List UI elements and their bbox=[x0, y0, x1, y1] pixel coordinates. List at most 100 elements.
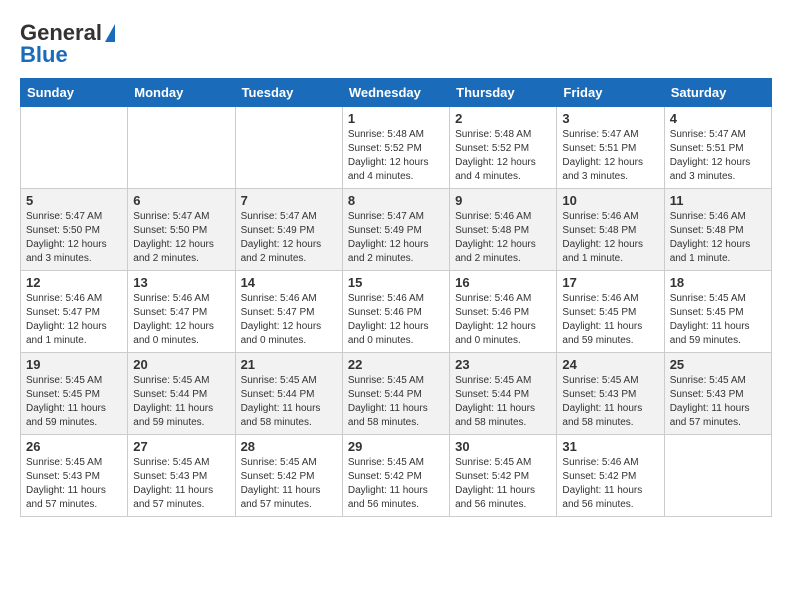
day-info: Sunrise: 5:45 AM Sunset: 5:43 PM Dayligh… bbox=[26, 456, 122, 512]
calendar-week-row: 1 Sunrise: 5:48 AM Sunset: 5:52 PM Daylig… bbox=[21, 107, 772, 189]
day-number: 28 bbox=[241, 439, 337, 454]
calendar-table: SundayMondayTuesdayWednesdayThursdayFrid… bbox=[20, 78, 772, 517]
day-info: Sunrise: 5:47 AM Sunset: 5:50 PM Dayligh… bbox=[26, 210, 122, 266]
calendar-cell: 11 Sunrise: 5:46 AM Sunset: 5:48 PM Dayli… bbox=[664, 189, 771, 271]
day-number: 14 bbox=[241, 275, 337, 290]
day-number: 2 bbox=[455, 111, 551, 126]
col-header-tuesday: Tuesday bbox=[235, 79, 342, 107]
day-number: 13 bbox=[133, 275, 229, 290]
day-number: 8 bbox=[348, 193, 444, 208]
logo-triangle-icon bbox=[105, 24, 115, 42]
day-number: 23 bbox=[455, 357, 551, 372]
calendar-cell: 15 Sunrise: 5:46 AM Sunset: 5:46 PM Dayli… bbox=[342, 271, 449, 353]
day-number: 11 bbox=[670, 193, 766, 208]
calendar-week-row: 26 Sunrise: 5:45 AM Sunset: 5:43 PM Dayli… bbox=[21, 435, 772, 517]
day-info: Sunrise: 5:46 AM Sunset: 5:48 PM Dayligh… bbox=[562, 210, 658, 266]
day-info: Sunrise: 5:47 AM Sunset: 5:49 PM Dayligh… bbox=[241, 210, 337, 266]
calendar-cell bbox=[21, 107, 128, 189]
day-number: 20 bbox=[133, 357, 229, 372]
calendar-week-row: 19 Sunrise: 5:45 AM Sunset: 5:45 PM Dayli… bbox=[21, 353, 772, 435]
calendar-cell: 13Sunrise: 5:46 AM Sunset: 5:47 PM Dayli… bbox=[128, 271, 235, 353]
col-header-sunday: Sunday bbox=[21, 79, 128, 107]
calendar-week-row: 5 Sunrise: 5:47 AM Sunset: 5:50 PM Daylig… bbox=[21, 189, 772, 271]
day-info: Sunrise: 5:45 AM Sunset: 5:43 PM Dayligh… bbox=[670, 374, 766, 430]
day-info: Sunrise: 5:46 AM Sunset: 5:45 PM Dayligh… bbox=[562, 292, 658, 348]
day-number: 22 bbox=[348, 357, 444, 372]
logo-blue-text: Blue bbox=[20, 42, 68, 68]
calendar-cell: 10Sunrise: 5:46 AM Sunset: 5:48 PM Dayli… bbox=[557, 189, 664, 271]
day-number: 17 bbox=[562, 275, 658, 290]
calendar-cell: 1 Sunrise: 5:48 AM Sunset: 5:52 PM Daylig… bbox=[342, 107, 449, 189]
calendar-cell: 26 Sunrise: 5:45 AM Sunset: 5:43 PM Dayli… bbox=[21, 435, 128, 517]
day-info: Sunrise: 5:47 AM Sunset: 5:51 PM Dayligh… bbox=[562, 128, 658, 184]
day-number: 29 bbox=[348, 439, 444, 454]
day-number: 25 bbox=[670, 357, 766, 372]
day-info: Sunrise: 5:45 AM Sunset: 5:43 PM Dayligh… bbox=[133, 456, 229, 512]
day-info: Sunrise: 5:45 AM Sunset: 5:43 PM Dayligh… bbox=[562, 374, 658, 430]
calendar-cell: 18Sunrise: 5:45 AM Sunset: 5:45 PM Dayli… bbox=[664, 271, 771, 353]
calendar-cell: 24Sunrise: 5:45 AM Sunset: 5:43 PM Dayli… bbox=[557, 353, 664, 435]
col-header-monday: Monday bbox=[128, 79, 235, 107]
calendar-cell: 31Sunrise: 5:46 AM Sunset: 5:42 PM Dayli… bbox=[557, 435, 664, 517]
calendar-cell: 20 Sunrise: 5:45 AM Sunset: 5:44 PM Dayli… bbox=[128, 353, 235, 435]
day-number: 9 bbox=[455, 193, 551, 208]
day-number: 18 bbox=[670, 275, 766, 290]
day-number: 21 bbox=[241, 357, 337, 372]
calendar-cell: 21 Sunrise: 5:45 AM Sunset: 5:44 PM Dayli… bbox=[235, 353, 342, 435]
col-header-saturday: Saturday bbox=[664, 79, 771, 107]
day-info: Sunrise: 5:45 AM Sunset: 5:44 PM Dayligh… bbox=[241, 374, 337, 430]
calendar-cell: 8Sunrise: 5:47 AM Sunset: 5:49 PM Daylig… bbox=[342, 189, 449, 271]
day-number: 26 bbox=[26, 439, 122, 454]
day-info: Sunrise: 5:45 AM Sunset: 5:45 PM Dayligh… bbox=[26, 374, 122, 430]
day-number: 15 bbox=[348, 275, 444, 290]
calendar-cell bbox=[664, 435, 771, 517]
calendar-body: 1 Sunrise: 5:48 AM Sunset: 5:52 PM Daylig… bbox=[21, 107, 772, 517]
day-number: 30 bbox=[455, 439, 551, 454]
col-header-wednesday: Wednesday bbox=[342, 79, 449, 107]
calendar-cell: 5 Sunrise: 5:47 AM Sunset: 5:50 PM Daylig… bbox=[21, 189, 128, 271]
calendar-cell: 22 Sunrise: 5:45 AM Sunset: 5:44 PM Dayli… bbox=[342, 353, 449, 435]
col-header-friday: Friday bbox=[557, 79, 664, 107]
day-number: 5 bbox=[26, 193, 122, 208]
day-info: Sunrise: 5:47 AM Sunset: 5:50 PM Dayligh… bbox=[133, 210, 229, 266]
calendar-cell: 19 Sunrise: 5:45 AM Sunset: 5:45 PM Dayli… bbox=[21, 353, 128, 435]
calendar-week-row: 12 Sunrise: 5:46 AM Sunset: 5:47 PM Dayli… bbox=[21, 271, 772, 353]
calendar-cell: 12Sunrise: 5:46 AM Sunset: 5:47 PM Dayli… bbox=[21, 271, 128, 353]
day-info: Sunrise: 5:48 AM Sunset: 5:52 PM Dayligh… bbox=[455, 128, 551, 184]
calendar-cell: 16 Sunrise: 5:46 AM Sunset: 5:46 PM Dayli… bbox=[450, 271, 557, 353]
day-info: Sunrise: 5:45 AM Sunset: 5:44 PM Dayligh… bbox=[348, 374, 444, 430]
day-number: 3 bbox=[562, 111, 658, 126]
calendar-cell: 30Sunrise: 5:45 AM Sunset: 5:42 PM Dayli… bbox=[450, 435, 557, 517]
day-number: 12 bbox=[26, 275, 122, 290]
calendar-header-row: SundayMondayTuesdayWednesdayThursdayFrid… bbox=[21, 79, 772, 107]
calendar-cell: 2 Sunrise: 5:48 AM Sunset: 5:52 PM Daylig… bbox=[450, 107, 557, 189]
day-number: 1 bbox=[348, 111, 444, 126]
day-info: Sunrise: 5:46 AM Sunset: 5:46 PM Dayligh… bbox=[348, 292, 444, 348]
day-info: Sunrise: 5:46 AM Sunset: 5:48 PM Dayligh… bbox=[670, 210, 766, 266]
calendar-cell: 28 Sunrise: 5:45 AM Sunset: 5:42 PM Dayli… bbox=[235, 435, 342, 517]
day-info: Sunrise: 5:46 AM Sunset: 5:46 PM Dayligh… bbox=[455, 292, 551, 348]
calendar-cell: 25 Sunrise: 5:45 AM Sunset: 5:43 PM Dayli… bbox=[664, 353, 771, 435]
calendar-cell bbox=[128, 107, 235, 189]
day-number: 6 bbox=[133, 193, 229, 208]
day-info: Sunrise: 5:45 AM Sunset: 5:44 PM Dayligh… bbox=[455, 374, 551, 430]
calendar-cell: 14 Sunrise: 5:46 AM Sunset: 5:47 PM Dayli… bbox=[235, 271, 342, 353]
day-info: Sunrise: 5:48 AM Sunset: 5:52 PM Dayligh… bbox=[348, 128, 444, 184]
calendar-cell: 3 Sunrise: 5:47 AM Sunset: 5:51 PM Daylig… bbox=[557, 107, 664, 189]
col-header-thursday: Thursday bbox=[450, 79, 557, 107]
day-info: Sunrise: 5:45 AM Sunset: 5:42 PM Dayligh… bbox=[241, 456, 337, 512]
day-info: Sunrise: 5:46 AM Sunset: 5:47 PM Dayligh… bbox=[241, 292, 337, 348]
page-header: General Blue bbox=[20, 20, 772, 68]
calendar-cell: 6 Sunrise: 5:47 AM Sunset: 5:50 PM Daylig… bbox=[128, 189, 235, 271]
day-number: 4 bbox=[670, 111, 766, 126]
calendar-cell: 23 Sunrise: 5:45 AM Sunset: 5:44 PM Dayli… bbox=[450, 353, 557, 435]
calendar-cell bbox=[235, 107, 342, 189]
day-number: 16 bbox=[455, 275, 551, 290]
day-info: Sunrise: 5:45 AM Sunset: 5:44 PM Dayligh… bbox=[133, 374, 229, 430]
day-number: 31 bbox=[562, 439, 658, 454]
day-info: Sunrise: 5:46 AM Sunset: 5:48 PM Dayligh… bbox=[455, 210, 551, 266]
day-info: Sunrise: 5:45 AM Sunset: 5:42 PM Dayligh… bbox=[348, 456, 444, 512]
day-number: 19 bbox=[26, 357, 122, 372]
calendar-cell: 9 Sunrise: 5:46 AM Sunset: 5:48 PM Daylig… bbox=[450, 189, 557, 271]
day-info: Sunrise: 5:47 AM Sunset: 5:51 PM Dayligh… bbox=[670, 128, 766, 184]
